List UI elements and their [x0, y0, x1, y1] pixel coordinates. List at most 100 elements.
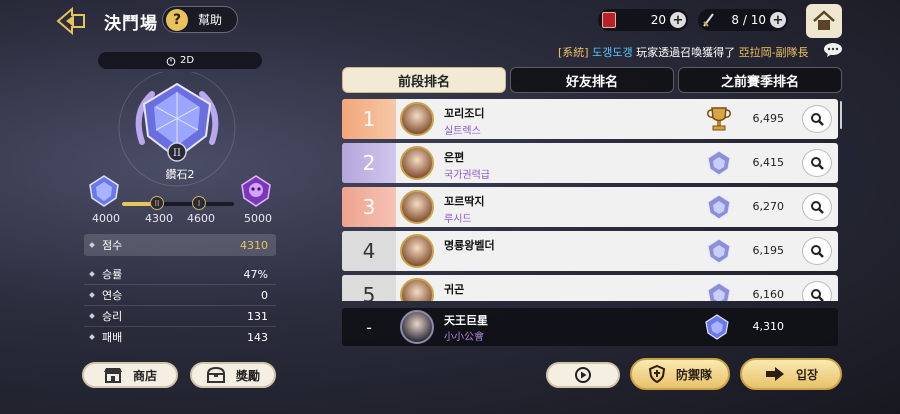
- shop-icon: [103, 368, 122, 383]
- inspect-button[interactable]: [802, 149, 832, 177]
- avatar[interactable]: [400, 234, 434, 268]
- marquee-item: 亞拉岡-副隊長: [738, 46, 809, 59]
- my-guild: 小小公會: [444, 332, 484, 343]
- shield-icon: [648, 365, 666, 383]
- table-row[interactable]: 4 명룡왕벨더 6,195: [342, 231, 838, 271]
- chat-button[interactable]: [822, 40, 844, 60]
- bullet-icon: [89, 313, 95, 319]
- reward-label: 獎勵: [235, 368, 260, 383]
- replay-icon: [575, 367, 591, 383]
- back-arrow-icon: [56, 6, 85, 36]
- shop-button[interactable]: 商店: [82, 362, 178, 388]
- stat-label: 승리: [102, 310, 123, 323]
- marquee-player: 도갱도갱: [592, 46, 633, 59]
- ranking-list[interactable]: 1 꼬리조디 실트렉스 6,495 2 은편 국가권력급 6,415 3 꼬르딱…: [342, 99, 842, 301]
- rank-progress-fill: [122, 202, 154, 206]
- defense-team-button[interactable]: 防禦隊: [630, 358, 730, 390]
- scrollbar[interactable]: [840, 101, 842, 129]
- rank-number: 2: [342, 143, 396, 183]
- svg-text:II: II: [173, 148, 181, 159]
- table-row[interactable]: 2 은편 국가권력급 6,415: [342, 143, 838, 183]
- chat-bubble-icon: [824, 43, 842, 57]
- stat-label: 승률: [102, 268, 123, 281]
- season-pill: 2D: [98, 52, 262, 69]
- tick-label: 4300: [145, 212, 173, 225]
- inspect-button[interactable]: [802, 193, 832, 221]
- stat-value: 143: [247, 330, 268, 344]
- enter-label: 입장: [795, 367, 819, 382]
- page-title: 決鬥場: [104, 14, 158, 34]
- inspect-button[interactable]: [802, 281, 832, 301]
- skull-tier-icon: [241, 175, 271, 207]
- timer-icon: [166, 56, 176, 66]
- magnifier-icon: [811, 245, 824, 258]
- trophy-icon: [704, 104, 734, 134]
- tab-previous-season[interactable]: 之前賽季排名: [678, 67, 842, 93]
- player-name: 꼬르딱지: [444, 195, 485, 208]
- stat-value: 4310: [240, 238, 268, 252]
- help-label: 幫助: [198, 13, 223, 27]
- shop-label: 商店: [132, 368, 157, 383]
- diamond-crown-icon: [704, 148, 734, 178]
- avatar[interactable]: [400, 102, 434, 136]
- diamond-tier-icon: [702, 312, 732, 342]
- player-score: 6,160: [752, 288, 785, 301]
- stat-streak: 연승 0: [84, 285, 276, 305]
- help-button[interactable]: ? 幫助: [162, 6, 238, 33]
- question-icon: ?: [166, 8, 188, 31]
- bullet-icon: [89, 292, 95, 298]
- my-name: 天王巨星: [444, 314, 488, 327]
- stat-score: 점수 4310: [84, 234, 276, 256]
- sword-add-button[interactable]: +: [770, 12, 786, 28]
- stat-value: 47%: [243, 267, 268, 281]
- rank-number: 4: [342, 231, 396, 271]
- player-score: 6,415: [752, 156, 785, 169]
- tier-mark-2: II: [150, 196, 164, 210]
- avatar[interactable]: [400, 310, 434, 344]
- player-name: 꼬리조디: [444, 107, 485, 120]
- avatar[interactable]: [400, 278, 434, 301]
- guild-name: 실트렉스: [444, 126, 481, 137]
- stat-winrate: 승률 47%: [84, 264, 276, 284]
- table-row[interactable]: 1 꼬리조디 실트렉스 6,495: [342, 99, 838, 139]
- enter-button[interactable]: 입장: [740, 358, 842, 390]
- system-marquee: [系統] 도갱도갱 玩家透過召喚獲得了 亞拉岡-副隊長: [558, 44, 814, 60]
- rank-number: 5: [342, 275, 396, 301]
- diamond-crown-icon: [704, 236, 734, 266]
- my-score: 4,310: [752, 320, 785, 333]
- stat-label: 연승: [102, 289, 123, 302]
- tab-top-ranking[interactable]: 前段排名: [342, 67, 506, 93]
- stat-value: 131: [247, 309, 268, 323]
- player-score: 6,495: [752, 112, 785, 125]
- my-ranking-row: - 天王巨星 小小公會 4,310: [342, 308, 838, 346]
- table-row[interactable]: 5 귀곤 6,160: [342, 275, 838, 301]
- replay-button[interactable]: [546, 362, 620, 388]
- magnifier-icon: [811, 289, 824, 301]
- ticket-add-button[interactable]: +: [670, 12, 686, 28]
- tick-label: 4600: [187, 212, 215, 225]
- reward-button[interactable]: 獎勵: [190, 362, 276, 388]
- treasure-chest-icon: [206, 367, 225, 383]
- diamond-tier-icon: [89, 175, 119, 207]
- sword-value: 8 / 10: [731, 13, 766, 27]
- avatar[interactable]: [400, 146, 434, 180]
- guild-name: 국가권력급: [444, 170, 490, 181]
- rank-progress-bar: [122, 202, 234, 206]
- player-name: 은편: [444, 151, 465, 164]
- back-button[interactable]: [52, 4, 90, 38]
- avatar[interactable]: [400, 190, 434, 224]
- player-name: 명룡왕벨더: [444, 239, 495, 252]
- season-label: 2D: [179, 55, 195, 66]
- inspect-button[interactable]: [802, 105, 832, 133]
- inspect-button[interactable]: [802, 237, 832, 265]
- diamond-crown-icon: [704, 192, 734, 222]
- home-button[interactable]: [806, 4, 842, 38]
- bullet-icon: [89, 242, 95, 248]
- table-row[interactable]: 3 꼬르딱지 루시드 6,270: [342, 187, 838, 227]
- tab-friend-ranking[interactable]: 好友排名: [510, 67, 674, 93]
- defense-label: 防禦隊: [675, 367, 712, 382]
- ticket-resource: 20 +: [598, 9, 688, 31]
- sword-resource: 8 / 10 +: [698, 9, 788, 31]
- tier-mark-1: I: [192, 196, 206, 210]
- guild-name: 루시드: [444, 214, 472, 225]
